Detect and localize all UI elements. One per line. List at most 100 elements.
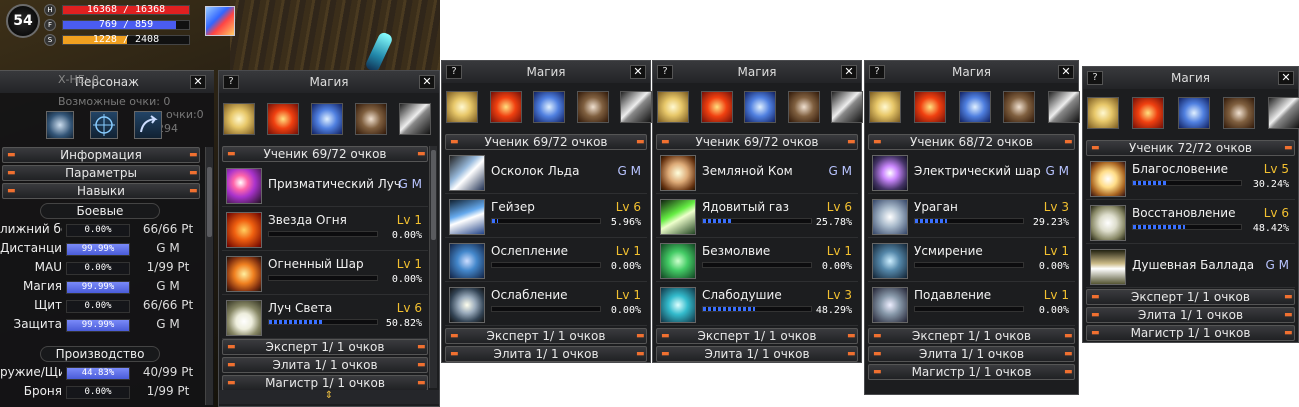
help-button[interactable]: ? (869, 65, 885, 79)
scroll-thumb[interactable] (207, 167, 212, 237)
close-button[interactable]: ✕ (1058, 65, 1074, 79)
tier-bar[interactable]: ▬ Элита 1/ 1 очков ▬ (656, 346, 858, 362)
skill-row[interactable]: Земляной Ком G M (656, 152, 858, 194)
buff-icon[interactable] (205, 6, 235, 36)
tier-bar[interactable]: ▬ Эксперт 1/ 1 очков ▬ (222, 339, 428, 355)
tier-bar[interactable]: ▬ Элита 1/ 1 очков ▬ (868, 346, 1075, 362)
tier-bar[interactable]: ▬ Эксперт 1/ 1 очков ▬ (868, 328, 1075, 344)
skill-row[interactable]: Звезда Огня Lv 1 0.00% (222, 209, 428, 251)
silence-icon[interactable] (660, 243, 696, 279)
wind-school-icon[interactable] (1268, 97, 1299, 129)
fireball-icon[interactable] (226, 256, 262, 292)
electric-ball-icon[interactable] (872, 155, 908, 191)
tier-bar[interactable]: ▬ Эксперт 1/ 1 очков ▬ (445, 328, 647, 344)
earth-school-icon[interactable] (1222, 97, 1255, 129)
skill-row[interactable]: Огненный Шар Lv 1 0.00% (222, 253, 428, 295)
character-scrollbar[interactable] (205, 147, 213, 405)
magic-titlebar[interactable]: Магия (1083, 67, 1298, 89)
tier-bar[interactable]: ▬ Магистр 1/ 1 очков ▬ (1086, 325, 1295, 341)
tier-bar[interactable]: ▬ Эксперт 1/ 1 очков ▬ (656, 328, 858, 344)
ice-school-icon[interactable] (533, 91, 565, 123)
holy-school-icon[interactable] (869, 91, 901, 123)
poison-gas-icon[interactable] (660, 199, 696, 235)
pacify-icon[interactable] (872, 243, 908, 279)
skill-row[interactable]: Призматический Луч G M (222, 165, 428, 207)
holy-school-icon[interactable] (657, 91, 689, 123)
ice-school-icon[interactable] (744, 91, 776, 123)
skill-row[interactable]: Подавление Lv 1 0.00% (868, 284, 1075, 326)
magic-titlebar[interactable]: Магия (865, 61, 1078, 83)
skill-row[interactable]: Безмолвие Lv 1 0.00% (656, 240, 858, 282)
magic-scrollbar[interactable] (429, 146, 437, 388)
tab-information[interactable]: ▬ Информация ▬ (2, 147, 200, 163)
wind-school-icon[interactable] (831, 91, 863, 123)
resize-handle-icon[interactable]: ⇕ (219, 390, 439, 404)
fire-star-icon[interactable] (226, 212, 262, 248)
skill-row[interactable]: Гейзер Lv 6 5.96% (445, 196, 647, 238)
holy-school-icon[interactable] (1087, 97, 1119, 129)
skill-row[interactable]: Слабодушие Lv 3 48.29% (656, 284, 858, 326)
ice-school-icon[interactable] (958, 91, 991, 123)
fire-school-icon[interactable] (489, 91, 522, 123)
skill-row[interactable]: Осколок Льда G M (445, 152, 647, 194)
fire-school-icon[interactable] (267, 103, 299, 135)
holy-school-icon[interactable] (223, 103, 255, 135)
geyser-icon[interactable] (449, 199, 485, 235)
fire-school-icon[interactable] (700, 91, 733, 123)
fire-school-icon[interactable] (913, 91, 946, 123)
skill-row[interactable]: Ослепление Lv 1 0.00% (445, 240, 647, 282)
holy-school-icon[interactable] (446, 91, 478, 123)
fire-school-icon[interactable] (1132, 97, 1165, 129)
tier-bar[interactable]: ▬ Элита 1/ 1 очков ▬ (1086, 307, 1295, 323)
soul-ballad-icon[interactable] (1090, 249, 1126, 285)
prism-icon[interactable] (226, 168, 262, 204)
character-close-button[interactable]: ✕ (190, 75, 206, 89)
hurricane-icon[interactable] (872, 199, 908, 235)
close-button[interactable]: ✕ (1278, 71, 1294, 85)
tier-bar[interactable]: ▬ Магистр 1/ 1 очков ▬ (222, 375, 428, 391)
character-titlebar[interactable]: Персонаж (0, 71, 214, 93)
ice-school-icon[interactable] (311, 103, 343, 135)
light-ray-icon[interactable] (226, 300, 262, 336)
help-button[interactable]: ? (657, 65, 673, 79)
wind-school-icon[interactable] (620, 91, 652, 123)
tier-bar[interactable]: ▬ Элита 1/ 1 очков ▬ (445, 346, 647, 362)
help-button[interactable]: ? (446, 65, 462, 79)
skill-row[interactable]: Восстановление Lv 6 48.42% (1086, 202, 1295, 244)
weaken-icon[interactable] (449, 287, 485, 323)
skill-row[interactable]: Ослабление Lv 1 0.00% (445, 284, 647, 326)
suppress-icon[interactable] (872, 287, 908, 323)
skill-row[interactable]: Усмирение Lv 1 0.00% (868, 240, 1075, 282)
close-button[interactable]: ✕ (841, 65, 857, 79)
tier-bar[interactable]: ▬ Магистр 1/ 1 очков ▬ (868, 364, 1075, 380)
skill-row[interactable]: Благословение Lv 5 30.24% (1086, 158, 1295, 200)
close-button[interactable]: ✕ (419, 75, 435, 89)
skill-row[interactable]: Луч Света Lv 6 50.82% (222, 297, 428, 339)
ice-shard-icon[interactable] (449, 155, 485, 191)
rank-bar[interactable]: ▬ Ученик 69/72 очков ▬ (656, 134, 858, 150)
skill-row[interactable]: Ураган Lv 3 29.23% (868, 196, 1075, 238)
earth-school-icon[interactable] (1003, 91, 1036, 123)
faint-heart-icon[interactable] (660, 287, 696, 323)
scroll-thumb[interactable] (431, 150, 436, 240)
earth-ball-icon[interactable] (660, 155, 696, 191)
blessing-icon[interactable] (1090, 161, 1126, 197)
earth-school-icon[interactable] (355, 103, 387, 135)
tab-parameters[interactable]: ▬ Параметры ▬ (2, 165, 200, 181)
blind-icon[interactable] (449, 243, 485, 279)
magic-titlebar[interactable]: Магия (653, 61, 861, 83)
skill-row[interactable]: Ядовитый газ Lv 6 25.78% (656, 196, 858, 238)
rank-bar[interactable]: ▬ Ученик 68/72 очков ▬ (868, 134, 1075, 150)
help-button[interactable]: ? (1087, 71, 1103, 85)
tier-bar[interactable]: ▬ Эксперт 1/ 1 очков ▬ (1086, 289, 1295, 305)
magic-titlebar[interactable]: Магия (442, 61, 650, 83)
skill-row[interactable]: Душевная Баллада G M (1086, 246, 1295, 288)
arrow-icon[interactable] (134, 111, 162, 139)
rank-bar[interactable]: ▬ Ученик 69/72 очков ▬ (222, 146, 428, 162)
tier-bar[interactable]: ▬ Элита 1/ 1 очков ▬ (222, 357, 428, 373)
earth-school-icon[interactable] (576, 91, 609, 123)
rank-bar[interactable]: ▬ Ученик 72/72 очков ▬ (1086, 140, 1295, 156)
help-button[interactable]: ? (223, 75, 239, 89)
magic-titlebar[interactable]: Магия (219, 71, 439, 93)
character-stats-icon[interactable] (46, 111, 74, 139)
